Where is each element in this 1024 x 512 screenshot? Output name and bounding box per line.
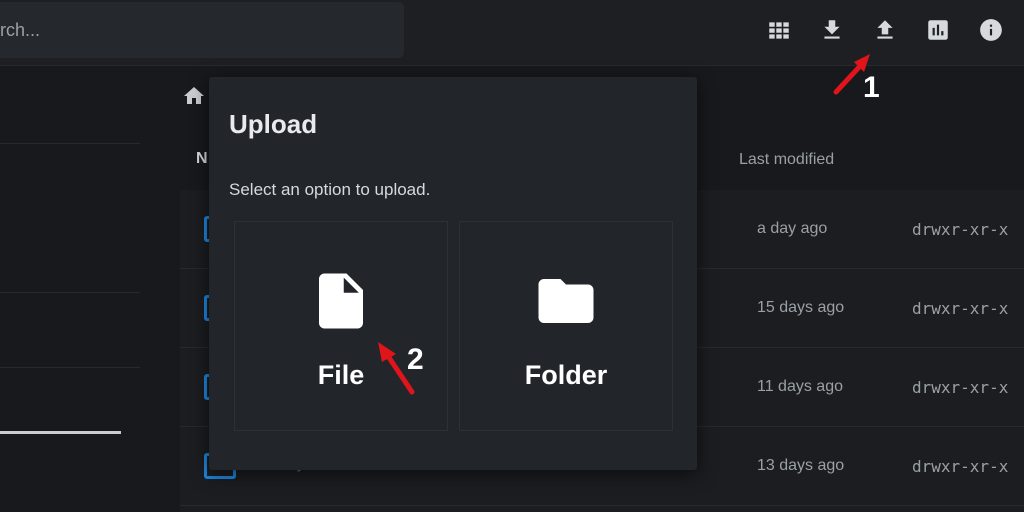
annotation-step-2: 2 (407, 343, 424, 376)
row-permissions: drwxr-xr-x (912, 457, 1009, 476)
row-modified: 11 days ago (757, 378, 843, 395)
upload-dialog: Upload Select an option to upload. File … (209, 77, 697, 470)
row-modified: 13 days ago (757, 457, 845, 474)
home-icon[interactable] (182, 84, 206, 108)
row-modified: a day ago (757, 220, 828, 237)
download-icon[interactable] (816, 14, 848, 46)
file-icon (308, 268, 374, 334)
upload-icon[interactable] (869, 14, 901, 46)
sidebar (0, 67, 140, 512)
upload-folder-label: Folder (524, 360, 608, 390)
dialog-title: Upload (229, 109, 318, 139)
chart-icon[interactable] (922, 14, 954, 46)
search-input[interactable]: rch... (0, 2, 404, 58)
grid-view-icon[interactable] (763, 14, 795, 46)
sidebar-divider (0, 292, 140, 293)
dialog-subtitle: Select an option to upload. (229, 180, 431, 199)
row-permissions: drwxr-xr-x (912, 220, 1009, 239)
row-permissions: drwxr-xr-x (912, 299, 1009, 318)
upload-folder-button[interactable]: Folder (459, 221, 673, 431)
column-header-name[interactable]: N (196, 150, 208, 168)
sidebar-divider (0, 367, 140, 368)
storage-progress-bar (0, 431, 121, 434)
row-modified: 15 days ago (757, 299, 845, 316)
folder-icon (533, 268, 599, 334)
annotation-step-1: 1 (863, 71, 880, 104)
search-placeholder: rch... (0, 20, 41, 40)
column-header-last-modified[interactable]: Last modified (739, 151, 834, 169)
row-permissions: drwxr-xr-x (912, 378, 1009, 397)
info-icon[interactable] (975, 14, 1007, 46)
sidebar-divider (0, 143, 140, 144)
